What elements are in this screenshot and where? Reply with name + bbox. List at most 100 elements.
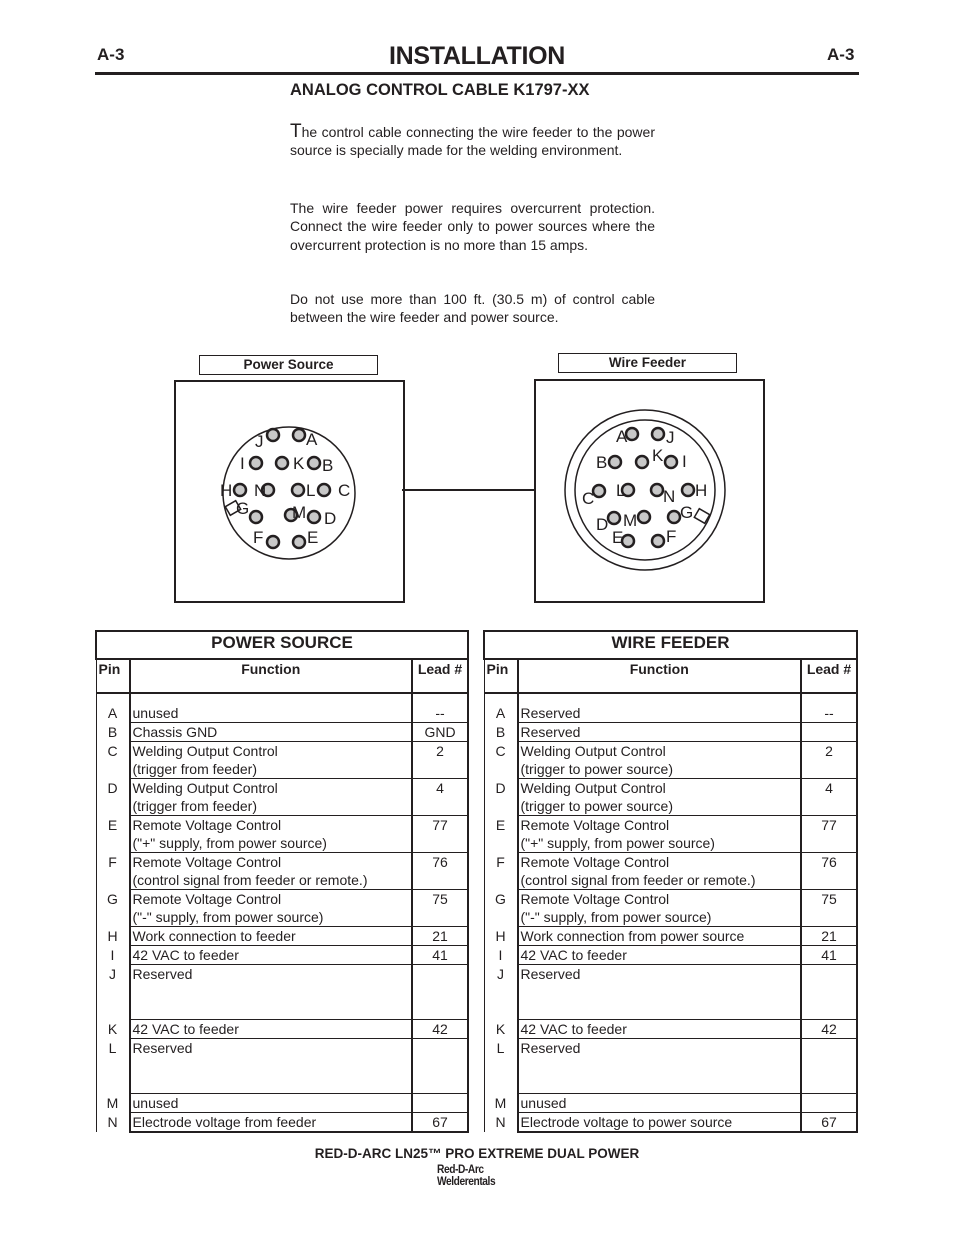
pin-g-socket [666,509,682,525]
table-row: I 42 VAC to feeder 41 [96,945,468,965]
header-function: Function [129,659,413,694]
table-row: C Welding Output Control (trigger to power… [484,741,857,779]
table-row: B Reserved [484,722,857,742]
function-text: Reserved [520,1040,581,1056]
table-row: E Remote Voltage Control ("+" supply, from… [484,815,857,853]
control-cable-line [402,489,535,491]
table-row: N Electrode voltage from feeder 67 [96,1112,468,1133]
function-text: Remote Voltage Control [132,891,282,907]
pin-a-socket [624,426,640,442]
lead-cell: 21 [801,926,857,946]
pin-cell: L [96,1038,131,1094]
pin-label: E [307,528,318,547]
pin-label: E [612,528,623,547]
footer-brand-logo: Red-D-Arc Welderentals [437,1163,496,1187]
pin-cell: C [96,741,131,779]
table-row: B Chassis GND GND [96,722,468,742]
function-cell: Welding Output Control (trigger to power … [517,741,802,779]
function-text: unused [520,1095,567,1111]
table-row: J Reserved [96,964,468,1020]
pin-cell: F [96,852,131,890]
lead-cell [412,1038,468,1094]
pin-label: B [322,456,333,475]
lead-cell: 77 [412,815,468,853]
pin-cell: A [484,693,519,723]
lead-cell: 4 [801,778,857,816]
function-text: Reserved [132,1040,193,1056]
lead-cell: -- [801,693,857,723]
pin-cell: H [96,926,131,946]
pin-cell: E [96,815,131,853]
function-cell: Remote Voltage Control ("-" supply, from … [129,889,413,927]
pin-cell: J [484,964,519,1020]
header-rule [95,72,859,75]
pin-cell: I [96,945,131,965]
pin-cell: N [484,1112,519,1132]
function-cell: Remote Voltage Control ("-" supply, from … [517,889,802,927]
lead-cell: 67 [412,1112,468,1133]
pin-label: F [253,528,263,547]
function-detail: ("-" supply, from power source) [132,909,324,925]
intro-text: he control cable connecting the wire fee… [290,124,655,159]
pin-label: B [596,453,607,472]
section-title: ANALOG CONTROL CABLE K1797-XX [290,81,590,99]
table-row: H Work connection to feeder 21 [96,926,468,946]
function-cell: Reserved [517,964,802,1020]
pin-e-socket [291,534,307,550]
pin-cell: K [96,1019,131,1039]
pin-f-socket [650,533,666,549]
pin-label: L [306,481,315,500]
pin-label: D [324,509,336,528]
table-row: H Work connection from power source 21 [484,926,857,946]
pin-label: I [240,454,245,473]
table-row: N Electrode voltage to power source 67 [484,1112,857,1133]
lead-cell [801,722,857,742]
lead-cell: 77 [801,815,857,853]
pin-label: L [616,481,625,500]
pin-m-socket [636,509,652,525]
function-text: Reserved [520,724,581,740]
function-cell: Remote Voltage Control (control signal fr… [517,852,802,890]
table-title: WIRE FEEDER [483,630,858,660]
function-cell: Welding Output Control (trigger from feed… [129,778,413,816]
pin-cell: L [484,1038,519,1094]
function-cell: Reserved [129,964,413,1020]
lead-cell: 42 [412,1019,468,1039]
pin-label: G [680,503,693,522]
function-cell: Welding Output Control (trigger to power … [517,778,802,816]
function-text: Remote Voltage Control [520,891,670,907]
table-row: K 42 VAC to feeder 42 [96,1019,468,1039]
pin-label: C [338,481,350,500]
lead-cell: 76 [412,852,468,890]
lead-cell [412,1093,468,1113]
lead-cell: 42 [801,1019,857,1039]
lead-cell: 4 [412,778,468,816]
function-text: 42 VAC to feeder [132,1021,239,1037]
pin-g-socket [248,509,264,525]
pin-label: J [255,432,264,451]
pin-cell: J [96,964,131,1020]
function-cell: Work connection from power source [517,926,802,946]
table-row: D Welding Output Control (trigger from fee… [96,778,468,816]
pin-cell: B [96,722,131,742]
pin-i-socket [663,454,679,470]
page-code-right: A-3 [827,45,855,64]
function-cell: 42 VAC to feeder [517,1019,802,1039]
lead-cell [801,1038,857,1094]
lead-cell: 2 [412,741,468,779]
function-cell: Remote Voltage Control ("+" supply, from … [517,815,802,853]
pin-cell: I [484,945,519,965]
pin-b-socket [306,455,322,471]
pin-h-socket [680,482,696,498]
function-text: Welding Output Control [132,743,278,759]
table-row: E Remote Voltage Control ("+" supply, from… [96,815,468,853]
function-detail: (control signal from feeder or remote.) [520,872,756,888]
function-text: 42 VAC to feeder [520,1021,627,1037]
pin-label: J [666,428,675,447]
table-row: L Reserved [96,1038,468,1094]
function-cell: Electrode voltage to power source [517,1112,802,1133]
function-text: Reserved [520,966,581,982]
function-detail: ("+" supply, from power source) [132,835,327,851]
lead-cell: 67 [801,1112,857,1133]
function-text: Work connection to feeder [132,928,296,944]
